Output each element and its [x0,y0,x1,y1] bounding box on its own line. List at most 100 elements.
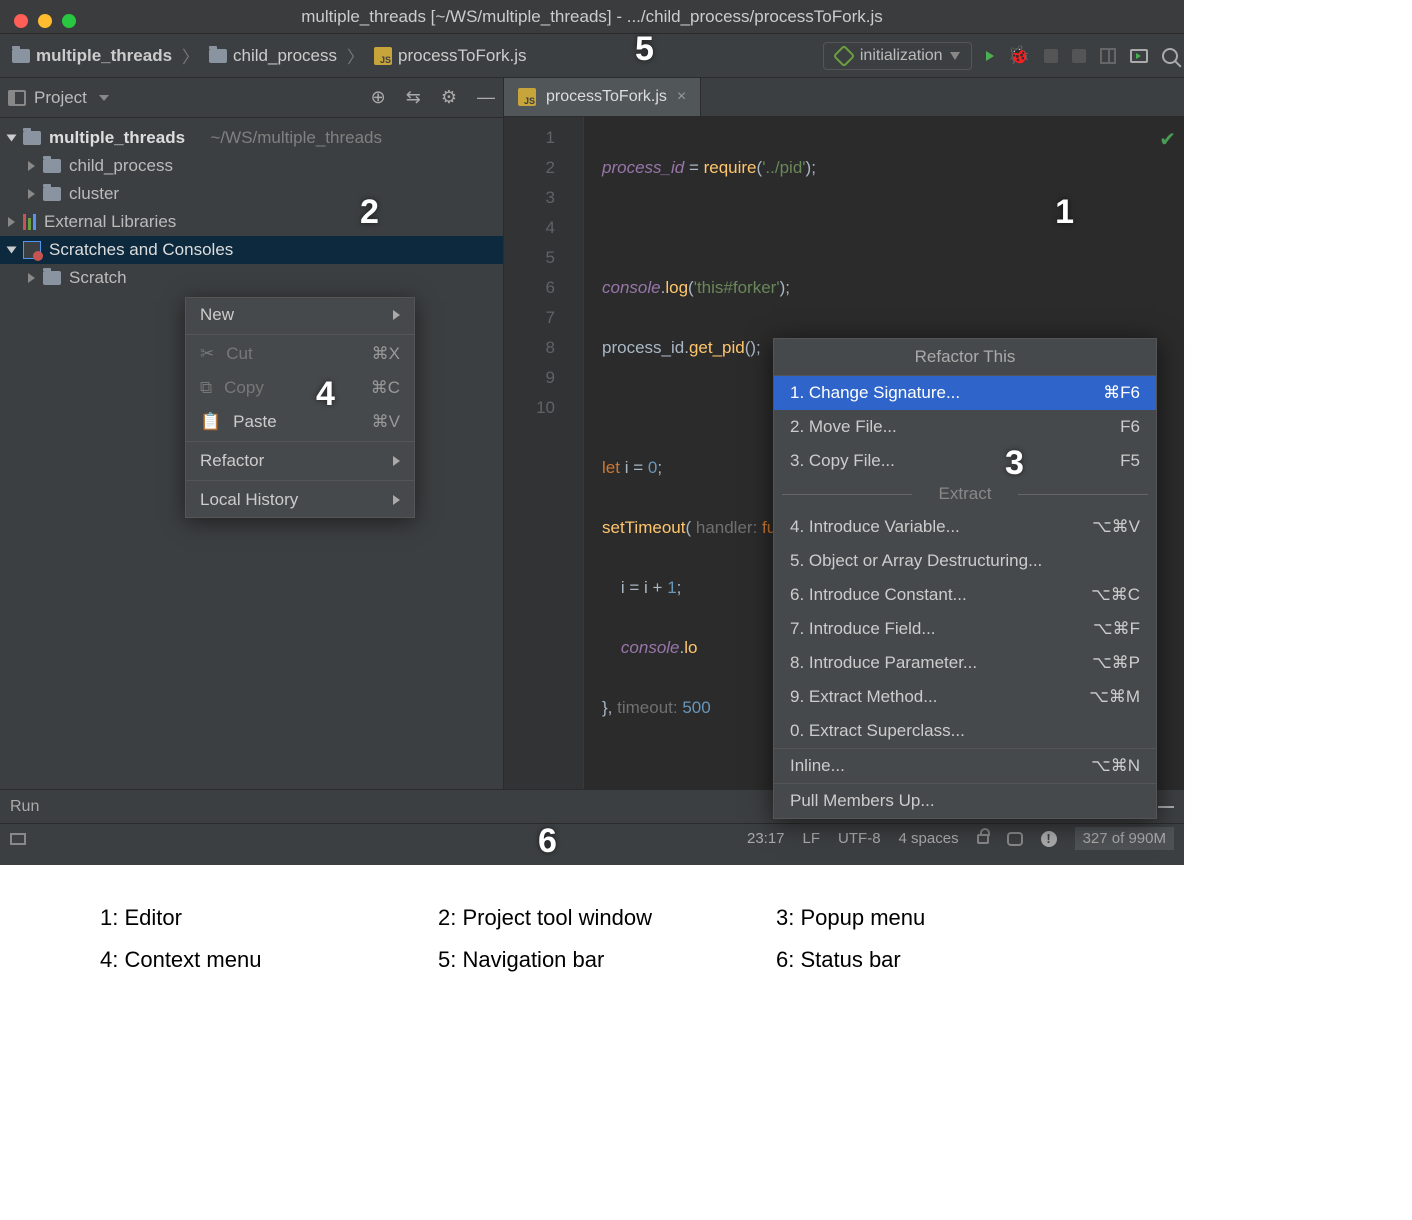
line-number: 7 [510,303,555,333]
line-number: 5 [510,243,555,273]
tree-node-scratches[interactable]: Scratches and Consoles [0,236,503,264]
breadcrumb: multiple_threads 〉 child_process 〉 proce… [8,43,530,68]
legend-item: 6: Status bar [776,947,1084,973]
breadcrumb-item[interactable]: child_process [205,44,341,68]
menu-item-new[interactable]: New [186,298,414,332]
chevron-right-icon: 〉 [345,43,366,68]
search-icon[interactable] [1162,48,1178,64]
submenu-arrow-icon [393,495,400,505]
popup-item[interactable]: 9. Extract Method...⌥⌘M [774,680,1156,714]
tree-node-libraries[interactable]: External Libraries [0,208,503,236]
project-tree: multiple_threads ~/WS/multiple_threads c… [0,118,503,298]
folder-icon [43,271,61,285]
menu-item-local-history[interactable]: Local History [186,483,414,517]
popup-item[interactable]: 7. Introduce Field...⌥⌘F [774,612,1156,646]
shortcut: ⌥⌘M [1089,687,1140,707]
popup-section-header: Extract [774,478,1156,510]
tree-node-root[interactable]: multiple_threads ~/WS/multiple_threads [0,124,503,152]
minimize-icon[interactable] [1158,806,1174,808]
debug-button[interactable]: 🐞 [1008,45,1030,66]
chevron-right-icon: 〉 [180,43,201,68]
gutter: 1 2 3 4 5 6 7 8 9 10 [504,117,584,789]
shortcut: ⌥⌘F [1093,619,1140,639]
run-anything-icon[interactable] [1130,49,1148,63]
line-separator[interactable]: LF [803,830,821,847]
tree-label: child_process [69,156,173,176]
problems-icon[interactable]: ! [1041,831,1057,847]
popup-item[interactable]: 3. Copy File...F5 [774,444,1156,478]
minimize-window-button[interactable] [38,14,52,28]
expand-icon [7,135,17,142]
expand-icon [28,161,35,171]
menu-item-copy[interactable]: ⧉Copy⌘C [186,371,414,405]
shortcut: ⌘C [371,378,400,398]
tab-label: processToFork.js [546,88,667,106]
shortcut: F5 [1120,451,1140,471]
copy-icon: ⧉ [200,378,212,398]
tree-node[interactable]: child_process [0,152,503,180]
gear-icon[interactable]: ⚙ [441,87,457,108]
breadcrumb-label: processToFork.js [398,46,526,66]
breadcrumb-label: child_process [233,46,337,66]
annotation-3: 3 [1005,444,1024,483]
tree-node[interactable]: cluster [0,180,503,208]
legend-item: 1: Editor [100,905,408,931]
lock-icon[interactable] [977,834,989,844]
maximize-window-button[interactable] [62,14,76,28]
line-number: 4 [510,213,555,243]
run-config-label: initialization [860,47,943,65]
popup-item[interactable]: 4. Introduce Variable...⌥⌘V [774,510,1156,544]
popup-item[interactable]: 1. Change Signature...⌘F6 [774,376,1156,410]
breadcrumb-label: multiple_threads [36,46,172,66]
run-button[interactable] [986,51,994,61]
locate-icon[interactable]: ⊕ [371,87,386,108]
folder-icon [43,159,61,173]
editor-tab[interactable]: processToFork.js × [504,78,701,116]
tree-node[interactable]: Scratch [0,264,503,292]
collapse-icon[interactable]: ⇆ [406,87,421,108]
run-configuration-selector[interactable]: initialization [823,42,972,70]
cut-icon: ✂ [200,344,214,364]
popup-item[interactable]: 2. Move File...F6 [774,410,1156,444]
menu-item-cut[interactable]: ✂Cut⌘X [186,337,414,371]
line-number: 10 [510,393,555,423]
shortcut: ⌥⌘C [1091,585,1140,605]
tool-windows-icon[interactable] [10,833,26,845]
project-header[interactable]: Project ⊕ ⇆ ⚙ — [0,78,503,118]
popup-item[interactable]: Inline...⌥⌘N [774,749,1156,783]
stop-button-2[interactable] [1072,49,1086,63]
close-tab-icon[interactable]: × [677,88,686,106]
js-file-icon [518,88,536,106]
menu-item-paste[interactable]: 📋Paste⌘V [186,405,414,439]
popup-item[interactable]: 8. Introduce Parameter...⌥⌘P [774,646,1156,680]
shortcut: ⌘F6 [1103,383,1140,403]
ide-window: multiple_threads [~/WS/multiple_threads]… [0,0,1184,865]
annotation-4: 4 [316,375,335,414]
popup-item[interactable]: 5. Object or Array Destructuring... [774,544,1156,578]
layout-icon[interactable] [1100,48,1116,64]
indent[interactable]: 4 spaces [899,830,959,847]
libraries-icon [23,214,36,230]
folder-icon [43,187,61,201]
paste-icon: 📋 [200,412,221,432]
hide-icon[interactable]: — [477,87,495,108]
shortcut: ⌥⌘P [1092,653,1140,673]
tree-label: cluster [69,184,119,204]
encoding[interactable]: UTF-8 [838,830,881,847]
notifications-icon[interactable] [1007,832,1023,846]
annotation-2: 2 [360,193,379,232]
menu-item-refactor[interactable]: Refactor [186,444,414,478]
close-window-button[interactable] [14,14,28,28]
stop-button[interactable] [1044,49,1058,63]
caret-position[interactable]: 23:17 [747,830,785,847]
inspection-ok-icon: ✔ [1159,125,1176,155]
popup-item[interactable]: 6. Introduce Constant...⌥⌘C [774,578,1156,612]
popup-item[interactable]: 0. Extract Superclass... [774,714,1156,748]
memory-indicator[interactable]: 327 of 990M [1075,827,1174,850]
legend-item: 2: Project tool window [438,905,746,931]
annotation-1: 1 [1055,193,1074,232]
popup-item[interactable]: Pull Members Up... [774,784,1156,818]
shortcut: ⌘V [372,412,400,432]
breadcrumb-item[interactable]: processToFork.js [370,44,530,68]
breadcrumb-item[interactable]: multiple_threads [8,44,176,68]
